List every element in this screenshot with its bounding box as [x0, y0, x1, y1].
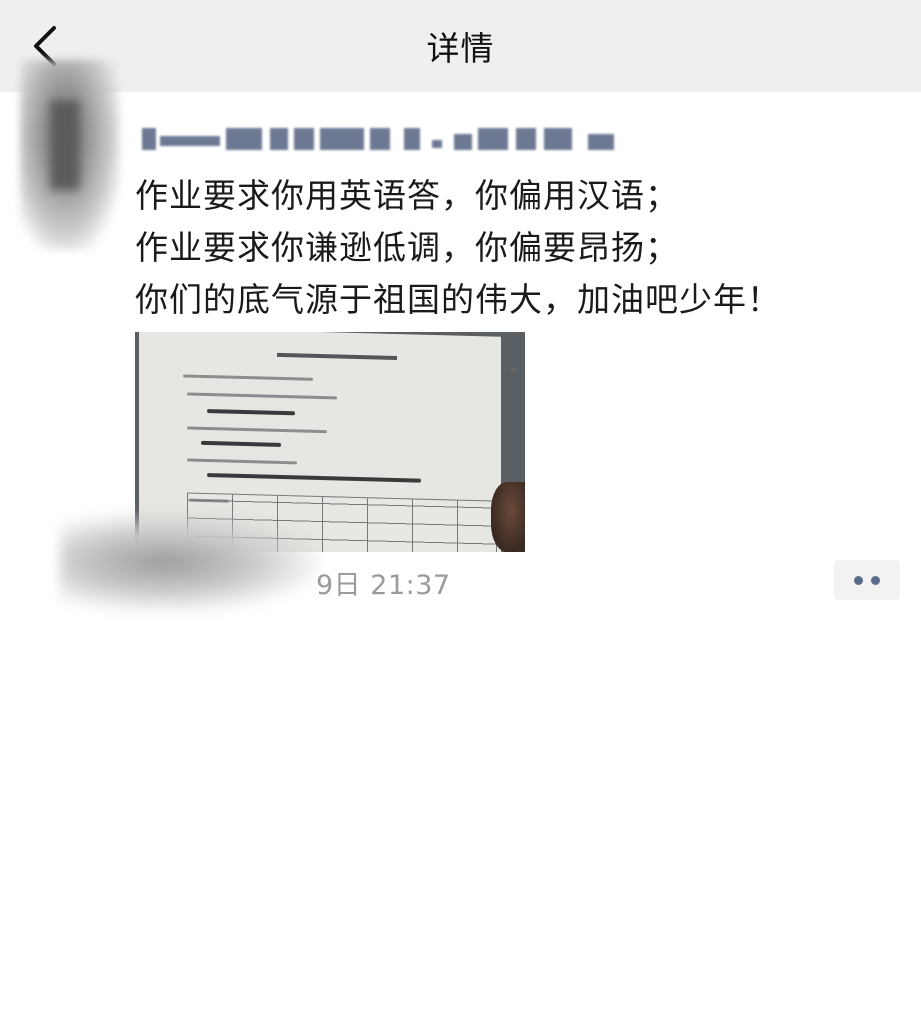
post-time: 9日 21:37 [316, 570, 451, 601]
post-line: 作业要求你用英语答，你偏用汉语； [135, 176, 679, 215]
post-line: 作业要求你谦逊低调，你偏要昂扬； [135, 228, 679, 267]
moments-detail-page: 详情 作业要求你用英语答，你偏用汉语； 作业要求你谦逊低调，你偏要昂扬； 你们的… [0, 0, 921, 1034]
page-title: 详情 [426, 29, 495, 68]
redacted-blur [60, 512, 320, 612]
avatar[interactable] [20, 60, 120, 250]
post-line: 你们的底气源于祖国的伟大，加油吧少年！ [135, 280, 781, 319]
more-button[interactable] [834, 560, 900, 600]
nav-bar: 详情 [0, 0, 921, 92]
post-text: 作业要求你用英语答，你偏用汉语； 作业要求你谦逊低调，你偏要昂扬； 你们的底气源… [135, 170, 895, 326]
username-redacted[interactable] [142, 122, 622, 156]
